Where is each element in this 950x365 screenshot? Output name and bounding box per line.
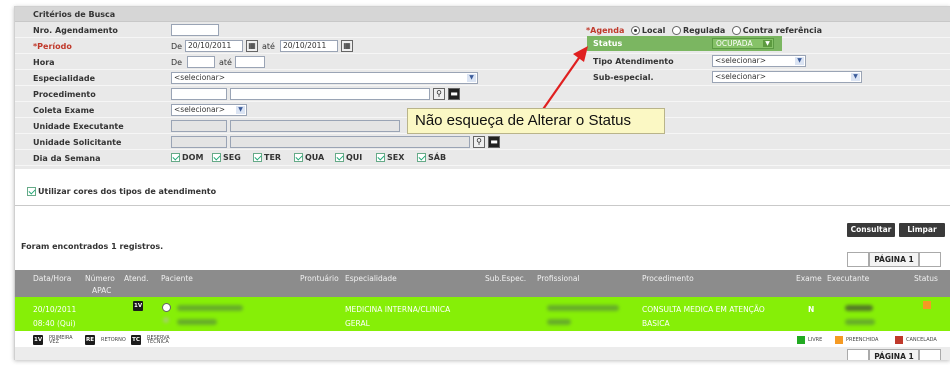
arrow-line	[538, 54, 582, 116]
arrow-head	[573, 46, 588, 62]
search-window: Critérios de Busca Nro. Agendamento *Per…	[14, 6, 950, 360]
annotation-callout: Não esqueça de Alterar o Status	[407, 108, 665, 134]
annotation-arrow	[538, 46, 588, 116]
